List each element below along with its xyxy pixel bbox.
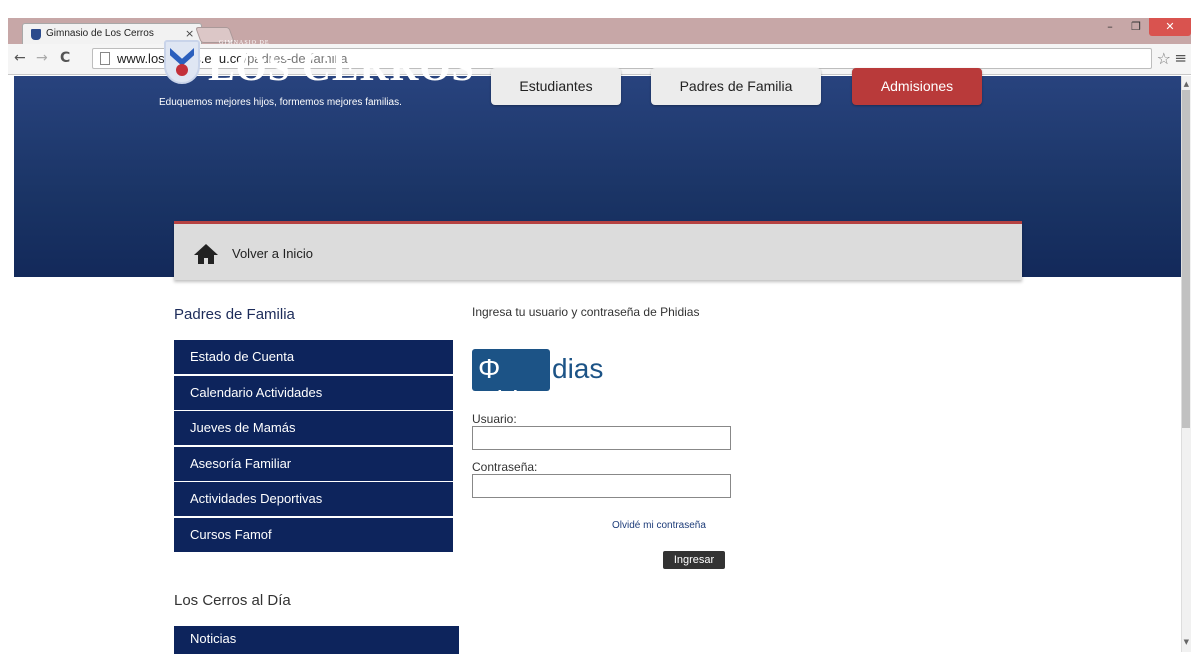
sidebar-menu: Estado de Cuenta Calendario Actividades … xyxy=(174,340,453,554)
forward-arrow-icon[interactable]: → xyxy=(36,50,48,66)
restore-button[interactable]: ❐ xyxy=(1123,18,1149,36)
user-input[interactable] xyxy=(472,426,731,450)
back-home-bar[interactable]: Volver a Inicio xyxy=(174,221,1022,280)
scroll-down-icon[interactable]: ▼ xyxy=(1184,638,1189,646)
password-label: Contraseña: xyxy=(472,460,538,474)
scrollbar-thumb[interactable] xyxy=(1182,90,1190,428)
sidebar-title: Padres de Familia xyxy=(174,306,295,323)
window-controls: – ❐ ✕ xyxy=(1097,18,1191,38)
tagline: Eduquemos mejores hijos, formemos mejore… xyxy=(159,97,402,108)
estudiantes-button[interactable]: Estudiantes xyxy=(491,68,621,105)
forgot-password-link[interactable]: Olvidé mi contraseña xyxy=(612,520,706,531)
menu-icon[interactable]: ≡ xyxy=(1174,49,1187,67)
page-icon xyxy=(100,52,110,65)
user-label: Usuario: xyxy=(472,412,517,426)
shield-rose xyxy=(176,64,188,76)
password-input[interactable] xyxy=(472,474,731,498)
sidebar-title-2: Los Cerros al Día xyxy=(174,592,291,609)
sidebar-item-noticias[interactable]: Noticias xyxy=(174,626,459,654)
phidias-logo-phi: Φ Phi xyxy=(478,353,519,416)
login-intro: Ingresa tu usuario y contraseña de Phidi… xyxy=(472,305,700,319)
minimize-button[interactable]: – xyxy=(1097,18,1123,36)
close-window-button[interactable]: ✕ xyxy=(1149,18,1191,36)
padres-de-familia-button[interactable]: Padres de Familia xyxy=(651,68,821,105)
school-shield-icon[interactable] xyxy=(164,40,200,84)
admisiones-button[interactable]: Admisiones xyxy=(852,68,982,105)
close-tab-icon[interactable]: × xyxy=(185,27,194,40)
home-icon xyxy=(194,244,218,264)
favicon-icon xyxy=(31,29,41,40)
sidebar-item-cursos-famof[interactable]: Cursos Famof xyxy=(174,517,453,552)
tab-title: Gimnasio de Los Cerros xyxy=(46,28,154,39)
sidebar-item-estado-de-cuenta[interactable]: Estado de Cuenta xyxy=(174,340,453,374)
phidias-logo-dias: dias xyxy=(552,353,604,384)
sidebar-item-actividades-deportivas[interactable]: Actividades Deportivas xyxy=(174,482,453,517)
back-arrow-icon[interactable]: ← xyxy=(14,50,26,66)
logo-name[interactable]: LOS CERROS xyxy=(208,43,475,90)
scroll-up-icon[interactable]: ▲ xyxy=(1184,80,1189,88)
bookmark-star-icon[interactable]: ☆ xyxy=(1157,49,1171,68)
back-home-link[interactable]: Volver a Inicio xyxy=(232,246,313,261)
login-submit-button[interactable]: Ingresar xyxy=(663,551,725,569)
reload-icon[interactable]: C xyxy=(60,50,70,66)
sidebar-item-calendario-actividades[interactable]: Calendario Actividades xyxy=(174,375,453,410)
sidebar-item-asesoria-familiar[interactable]: Asesoría Familiar xyxy=(174,446,453,481)
sidebar-item-jueves-de-mamas[interactable]: Jueves de Mamás xyxy=(174,411,453,446)
